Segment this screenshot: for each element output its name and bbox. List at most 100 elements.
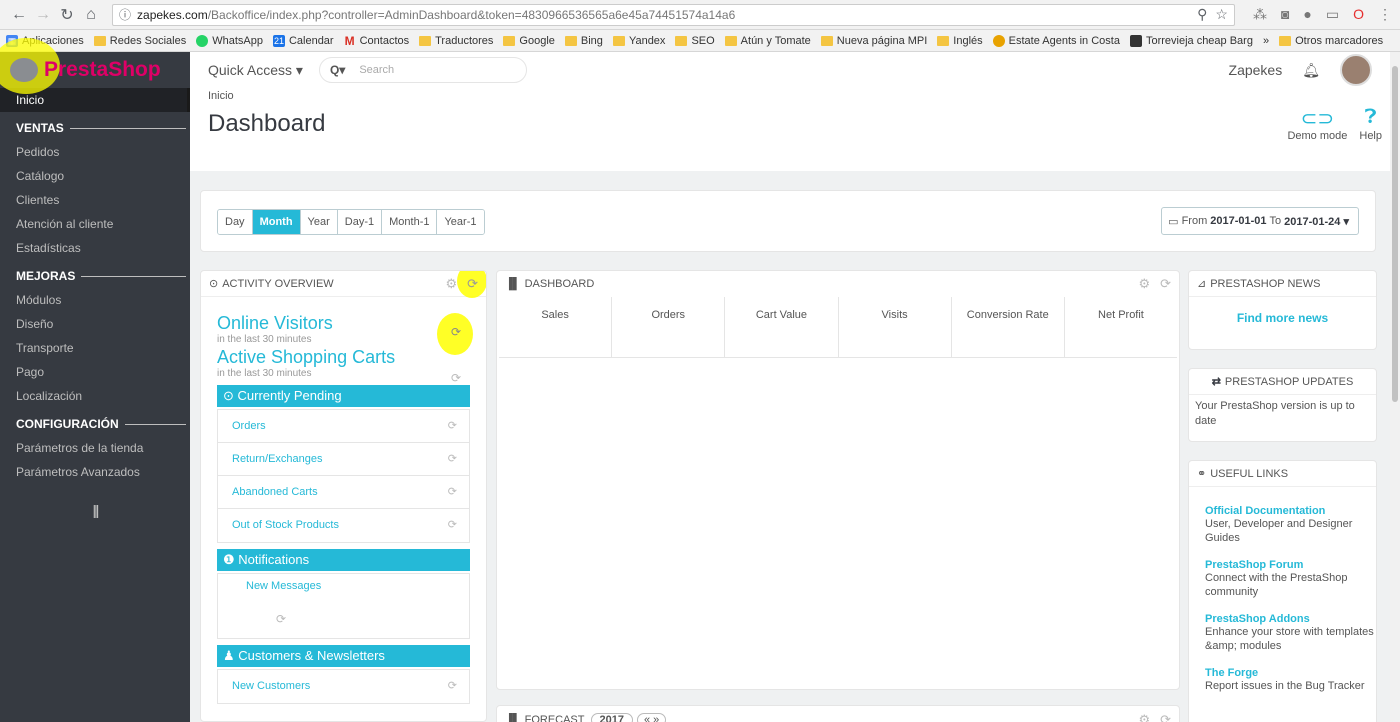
link-prestashop-addons[interactable]: PrestaShop Addons bbox=[1205, 613, 1376, 625]
quick-access-dropdown[interactable]: Quick Access ▾ bbox=[208, 62, 303, 79]
opera-icon[interactable]: O bbox=[1353, 6, 1364, 23]
clock-icon: ⊙ bbox=[223, 388, 238, 403]
link-prestashop-forum[interactable]: PrestaShop Forum bbox=[1205, 559, 1376, 571]
sidebar-item-estadisticas[interactable]: Estadísticas bbox=[0, 236, 190, 260]
sidebar-item-localizacion[interactable]: Localización bbox=[0, 384, 190, 408]
bell-icon[interactable]: 🔔︎ bbox=[1302, 62, 1320, 79]
sidebar: PrestaShop Inicio VENTAS Pedidos Catálog… bbox=[0, 38, 190, 722]
kpi-visits[interactable]: Visits bbox=[839, 297, 952, 357]
forecast-heading: FORECAST bbox=[524, 714, 585, 722]
address-bar[interactable]: ⓘ zapekes.com /Backoffice/index.php?cont… bbox=[112, 3, 1235, 26]
prestashop-logo-icon bbox=[10, 58, 38, 82]
find-more-news-link[interactable]: Find more news bbox=[1189, 297, 1376, 325]
forward-icon[interactable]: → bbox=[32, 4, 54, 26]
sidebar-item-parametros-avanzados[interactable]: Parámetros Avanzados bbox=[0, 460, 190, 484]
config-icon[interactable]: ⚙ bbox=[445, 276, 457, 292]
cast-icon[interactable]: ▭ bbox=[1326, 6, 1339, 23]
kpi-conversion-rate[interactable]: Conversion Rate bbox=[952, 297, 1065, 357]
bookmark[interactable]: Otros marcadores bbox=[1279, 35, 1383, 47]
reload-icon[interactable]: ↻ bbox=[56, 4, 78, 26]
bookmarks-overflow[interactable]: » bbox=[1263, 35, 1269, 47]
kpi-cart-value[interactable]: Cart Value bbox=[725, 297, 839, 357]
sidebar-item-pedidos[interactable]: Pedidos bbox=[0, 140, 190, 164]
back-icon[interactable]: ← bbox=[8, 4, 30, 26]
menu-icon[interactable]: ⋮ bbox=[1378, 6, 1392, 23]
page-scrollbar[interactable] bbox=[1390, 52, 1400, 722]
bookmark[interactable]: Redes Sociales bbox=[93, 35, 186, 47]
list-item[interactable]: Out of Stock Products ⟳ bbox=[218, 509, 469, 542]
list-item[interactable]: Abandoned Carts ⟳ bbox=[218, 476, 469, 509]
range-year[interactable]: Year bbox=[300, 210, 338, 234]
logo[interactable]: PrestaShop bbox=[0, 38, 190, 94]
list-item[interactable]: Orders ⟳ bbox=[218, 410, 469, 443]
sidebar-item-clientes[interactable]: Clientes bbox=[0, 188, 190, 212]
search-icon[interactable]: Q▾ bbox=[330, 63, 345, 77]
range-day[interactable]: Day bbox=[218, 210, 253, 234]
config-icon[interactable]: ⚙ bbox=[1138, 276, 1150, 292]
link-description: User, Developer and Designer Guides bbox=[1205, 518, 1353, 544]
sidebar-item-pago[interactable]: Pago bbox=[0, 360, 190, 384]
collapse-sidebar-icon[interactable]: ||| bbox=[0, 502, 190, 518]
sidebar-item-parametros-tienda[interactable]: Parámetros de la tienda bbox=[0, 436, 190, 460]
list-item[interactable]: Return/Exchanges ⟳ bbox=[218, 443, 469, 476]
home-icon[interactable]: ⌂ bbox=[80, 4, 102, 26]
bookmark[interactable]: Google bbox=[503, 35, 555, 47]
help-button[interactable]: ❓︎ Help bbox=[1359, 106, 1382, 142]
sidebar-item-transporte[interactable]: Transporte bbox=[0, 336, 190, 360]
demo-mode-button[interactable]: ⊂⊃ Demo mode bbox=[1287, 106, 1347, 142]
bookmark[interactable]: Yandex bbox=[612, 35, 665, 47]
range-month-1[interactable]: Month-1 bbox=[382, 210, 438, 234]
avatar[interactable] bbox=[1340, 54, 1372, 86]
extension-icon[interactable]: ⁂ bbox=[1253, 6, 1267, 23]
username[interactable]: Zapekes bbox=[1229, 62, 1283, 78]
bookmark[interactable]: WhatsApp bbox=[196, 34, 263, 47]
extension-icon-2[interactable]: ● bbox=[1303, 6, 1311, 23]
scrollbar-thumb[interactable] bbox=[1392, 66, 1398, 402]
range-day-1[interactable]: Day-1 bbox=[337, 210, 383, 234]
refresh-icon[interactable]: ⟳ bbox=[467, 276, 478, 292]
breadcrumb[interactable]: Inicio bbox=[208, 90, 1372, 102]
sidebar-item-atencion[interactable]: Atención al cliente bbox=[0, 212, 190, 236]
key-icon[interactable]: ⚲ bbox=[1197, 6, 1207, 23]
bookmark[interactable]: M Contactos bbox=[344, 35, 410, 47]
refresh-icon[interactable]: ⟳ bbox=[1160, 712, 1171, 722]
bookmark[interactable]: Bing bbox=[564, 35, 603, 47]
bookmark[interactable]: SEO bbox=[675, 35, 715, 47]
new-messages-link[interactable]: New Messages bbox=[218, 574, 469, 598]
sidebar-item-diseno[interactable]: Diseño bbox=[0, 312, 190, 336]
search-input[interactable]: Q▾ Search bbox=[318, 57, 527, 83]
bookmark[interactable]: Nueva página MPI bbox=[820, 35, 927, 47]
config-icon[interactable]: ⚙ bbox=[1138, 712, 1150, 722]
range-buttons: Day Month Year Day-1 Month-1 Year-1 bbox=[217, 209, 485, 235]
camera-icon[interactable]: ◙ bbox=[1281, 6, 1289, 23]
link-description: Report issues in the Bug Tracker bbox=[1205, 680, 1365, 692]
date-to: 2017-01-24 ▾ bbox=[1284, 215, 1349, 228]
bookmark[interactable]: Torrevieja cheap Barg bbox=[1129, 34, 1253, 47]
folder-icon bbox=[564, 35, 577, 46]
kpi-orders[interactable]: Orders bbox=[612, 297, 726, 357]
info-icon[interactable]: ⓘ bbox=[119, 6, 131, 23]
bookmark[interactable]: 21 Calendar bbox=[272, 34, 334, 47]
link-official-documentation[interactable]: Official Documentation bbox=[1205, 505, 1376, 517]
refresh-icon[interactable]: ⟳ bbox=[1160, 276, 1171, 292]
forecast-year[interactable]: 2017 bbox=[590, 713, 633, 722]
prev-year-button[interactable]: « » bbox=[636, 713, 667, 722]
star-icon[interactable]: ☆ bbox=[1215, 6, 1228, 23]
bookmark[interactable]: Atún y Tomate bbox=[724, 35, 811, 47]
sidebar-item-catalogo[interactable]: Catálogo bbox=[0, 164, 190, 188]
range-year-1[interactable]: Year-1 bbox=[437, 210, 484, 234]
kpi-sales[interactable]: Sales bbox=[499, 297, 613, 357]
date-range-picker[interactable]: ▭ From 2017-01-01 To 2017-01-24 ▾ bbox=[1161, 207, 1359, 235]
sidebar-item-modulos[interactable]: Módulos bbox=[0, 288, 190, 312]
link-the-forge[interactable]: The Forge bbox=[1205, 667, 1376, 679]
retweet-icon: ⇄ bbox=[1211, 376, 1221, 388]
kpi-net-profit[interactable]: Net Profit bbox=[1065, 297, 1177, 357]
bookmark[interactable]: Estate Agents in Costa bbox=[992, 34, 1120, 47]
loading-icon: ⟳ bbox=[451, 325, 462, 339]
chart-icon: ▐▌ bbox=[505, 278, 521, 290]
bookmark[interactable]: Inglés bbox=[937, 35, 983, 47]
bookmark[interactable]: Traductores bbox=[419, 35, 493, 47]
range-month[interactable]: Month bbox=[252, 210, 301, 234]
list-item[interactable]: New Customers ⟳ bbox=[218, 670, 469, 703]
active-carts-sub: in the last 30 minutes bbox=[217, 368, 312, 379]
